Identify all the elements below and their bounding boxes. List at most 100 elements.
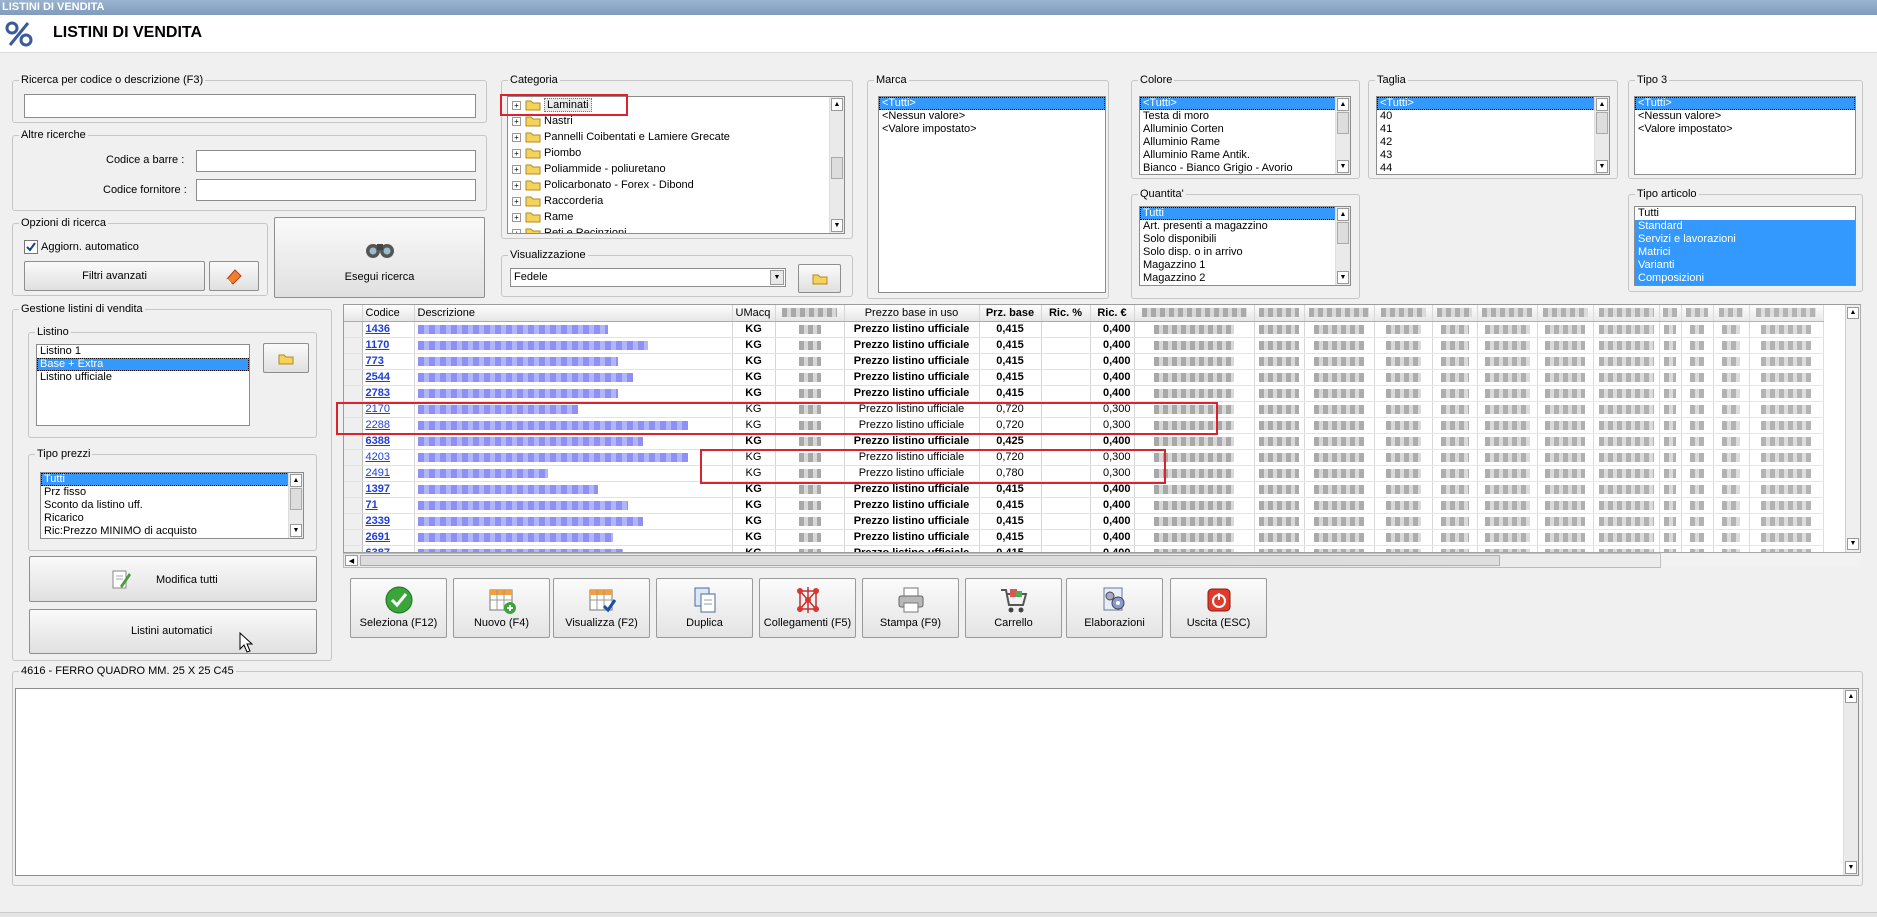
row-indicator[interactable] [344, 321, 363, 338]
tipo-articolo-item[interactable]: Tutti [1635, 207, 1855, 220]
taglia-item[interactable]: 41 [1377, 123, 1609, 136]
tipo-prezzi-item[interactable]: Sconto da listino uff. [41, 499, 303, 512]
quantita-item[interactable]: Tutti [1140, 207, 1350, 220]
header-prezzo-base-uso[interactable]: Prezzo base in uso [844, 305, 980, 322]
table-row[interactable]: 6388 KG Prezzo listino ufficiale 0,425 0,400 [344, 433, 1824, 450]
tipo-prezzi-item[interactable]: Tutti [41, 473, 303, 486]
nuovo-button[interactable]: Nuovo (F4) [453, 578, 550, 638]
listino-item[interactable]: Listino 1 [37, 345, 249, 358]
taglia-item[interactable]: <Tutti> [1377, 97, 1609, 110]
table-row[interactable]: 2691 KG Prezzo listino ufficiale 0,415 0,400 [344, 529, 1824, 546]
barcode-input[interactable] [196, 150, 476, 172]
scroll-up-icon[interactable]: ▲ [831, 98, 843, 111]
collegamenti-button[interactable]: Collegamenti (F5) [759, 578, 856, 638]
header-blurred[interactable] [1134, 305, 1255, 322]
table-row[interactable]: 1397 KG Prezzo listino ufficiale 0,415 0,400 [344, 481, 1824, 498]
table-row[interactable]: 2170 KG Prezzo listino ufficiale 0,720 0,300 [344, 401, 1824, 418]
listino-item[interactable]: Listino ufficiale [37, 371, 249, 384]
row-code-link[interactable]: 1170 [362, 337, 415, 354]
categoria-tree-item[interactable]: + Raccorderia [508, 193, 844, 209]
scroll-down-icon[interactable]: ▼ [1847, 538, 1859, 550]
row-code-link[interactable]: 773 [362, 353, 415, 370]
scroll-up-icon[interactable]: ▲ [1337, 98, 1349, 111]
categoria-tree-item[interactable]: + Reti e Recinzioni [508, 225, 844, 233]
header-codice[interactable]: Codice [362, 305, 415, 322]
quantita-item[interactable]: Solo disp. o in arrivo [1140, 246, 1350, 259]
visualizza-button[interactable]: Visualizza (F2) [553, 578, 650, 638]
listino-list[interactable]: Listino 1 Base + Extra Listino ufficiale [36, 344, 250, 426]
taglia-item[interactable]: 40 [1377, 110, 1609, 123]
row-code-link[interactable]: 1436 [362, 321, 415, 338]
modifica-tutti-button[interactable]: Modifica tutti [29, 556, 317, 602]
scroll-down-icon[interactable]: ▼ [1845, 861, 1857, 874]
row-indicator[interactable] [344, 385, 363, 402]
scroll-down-icon[interactable]: ▼ [1337, 271, 1349, 284]
table-row[interactable]: 71 KG Prezzo listino ufficiale 0,415 0,400 [344, 497, 1824, 514]
header-blurred[interactable] [1432, 305, 1478, 322]
categoria-tree-item[interactable]: + Policarbonato - Forex - Dibond [508, 177, 844, 193]
expand-icon[interactable]: + [512, 212, 521, 222]
expand-icon[interactable]: + [512, 100, 521, 110]
listino-folder-button[interactable] [263, 343, 309, 373]
expand-icon[interactable]: + [512, 228, 521, 233]
row-code-link[interactable]: 6387 [362, 545, 415, 552]
quantita-item[interactable]: Magazzino 1 [1140, 259, 1350, 272]
header-umacq[interactable]: UMacq [732, 305, 776, 322]
table-row[interactable]: 1170 KG Prezzo listino ufficiale 0,415 0,400 [344, 337, 1824, 354]
marca-list[interactable]: <Tutti> <Nessun valore> <Valore impostato> [878, 96, 1106, 293]
tipo-articolo-item[interactable]: Servizi e lavorazioni [1635, 233, 1855, 246]
row-code-link[interactable]: 6388 [362, 433, 415, 450]
row-code-link[interactable]: 4203 [362, 449, 415, 466]
header-ric-pct[interactable]: Ric. % [1041, 305, 1091, 322]
header-descrizione[interactable]: Descrizione [414, 305, 733, 322]
auto-update-checkbox[interactable] [24, 240, 38, 254]
elaborazioni-button[interactable]: Elaborazioni [1066, 578, 1163, 638]
scroll-down-icon[interactable]: ▼ [290, 524, 302, 537]
quantita-item[interactable]: Art. presenti a magazzino [1140, 220, 1350, 233]
colore-item[interactable]: Alluminio Corten [1140, 123, 1350, 136]
visualizzazione-select[interactable]: Fedele ▼ [510, 268, 786, 287]
execute-search-button[interactable]: Esegui ricerca [274, 217, 485, 298]
expand-icon[interactable]: + [512, 132, 521, 142]
clear-filters-button[interactable] [209, 261, 259, 291]
scroll-down-icon[interactable]: ▼ [1596, 160, 1608, 173]
header-blurred[interactable] [1681, 305, 1714, 322]
header-blurred[interactable] [775, 305, 845, 322]
row-indicator[interactable] [344, 481, 363, 498]
categoria-tree-item[interactable]: + Poliammide - poliuretano [508, 161, 844, 177]
expand-icon[interactable]: + [512, 196, 521, 206]
header-blurred[interactable] [1749, 305, 1824, 322]
scroll-up-icon[interactable]: ▲ [290, 474, 302, 487]
grid-vertical-scrollbar[interactable]: ▲ ▼ [1845, 305, 1860, 552]
row-indicator[interactable] [344, 465, 363, 482]
header-blurred[interactable] [1304, 305, 1375, 322]
taglia-item[interactable]: 44 [1377, 162, 1609, 174]
categoria-tree-item[interactable]: + Pannelli Coibentati e Lamiere Grecate [508, 129, 844, 145]
notes-textarea[interactable]: ▲ ▼ [15, 688, 1859, 876]
scroll-up-icon[interactable]: ▲ [1845, 690, 1857, 703]
row-indicator[interactable] [344, 353, 363, 370]
header-blurred[interactable] [1659, 305, 1682, 322]
listino-item[interactable]: Base + Extra [37, 358, 249, 371]
header-blurred[interactable] [1254, 305, 1305, 322]
colore-item[interactable]: <Tutti> [1140, 97, 1350, 110]
tipo-articolo-item[interactable]: Varianti [1635, 259, 1855, 272]
quantita-item[interactable]: Solo disponibili [1140, 233, 1350, 246]
scroll-down-icon[interactable]: ▼ [1337, 160, 1349, 173]
quantita-item[interactable]: Magazzino 2 [1140, 272, 1350, 285]
row-code-link[interactable]: 2544 [362, 369, 415, 386]
row-code-link[interactable]: 1397 [362, 481, 415, 498]
categoria-tree-item[interactable]: + Nastri [508, 113, 844, 129]
tipo-articolo-list[interactable]: Tutti Standard Servizi e lavorazioni Matric… [1634, 206, 1856, 286]
row-indicator[interactable] [344, 545, 363, 552]
tipo-prezzi-item[interactable]: Prz fisso [41, 486, 303, 499]
price-list-grid[interactable]: Codice Descrizione UMacq Prezzo base in … [343, 304, 1861, 553]
tipo3-item[interactable]: <Valore impostato> [1635, 123, 1855, 136]
colore-list[interactable]: <Tutti> Testa di moro Alluminio Corten Allu… [1139, 96, 1351, 175]
colore-item[interactable]: Testa di moro [1140, 110, 1350, 123]
colore-item[interactable]: Bianco - Bianco Grigio - Avorio [1140, 162, 1350, 174]
scroll-down-icon[interactable]: ▼ [831, 219, 843, 232]
marca-item[interactable]: <Nessun valore> [879, 110, 1105, 123]
chevron-down-icon[interactable]: ▼ [770, 270, 784, 285]
header-blurred[interactable] [1593, 305, 1660, 322]
